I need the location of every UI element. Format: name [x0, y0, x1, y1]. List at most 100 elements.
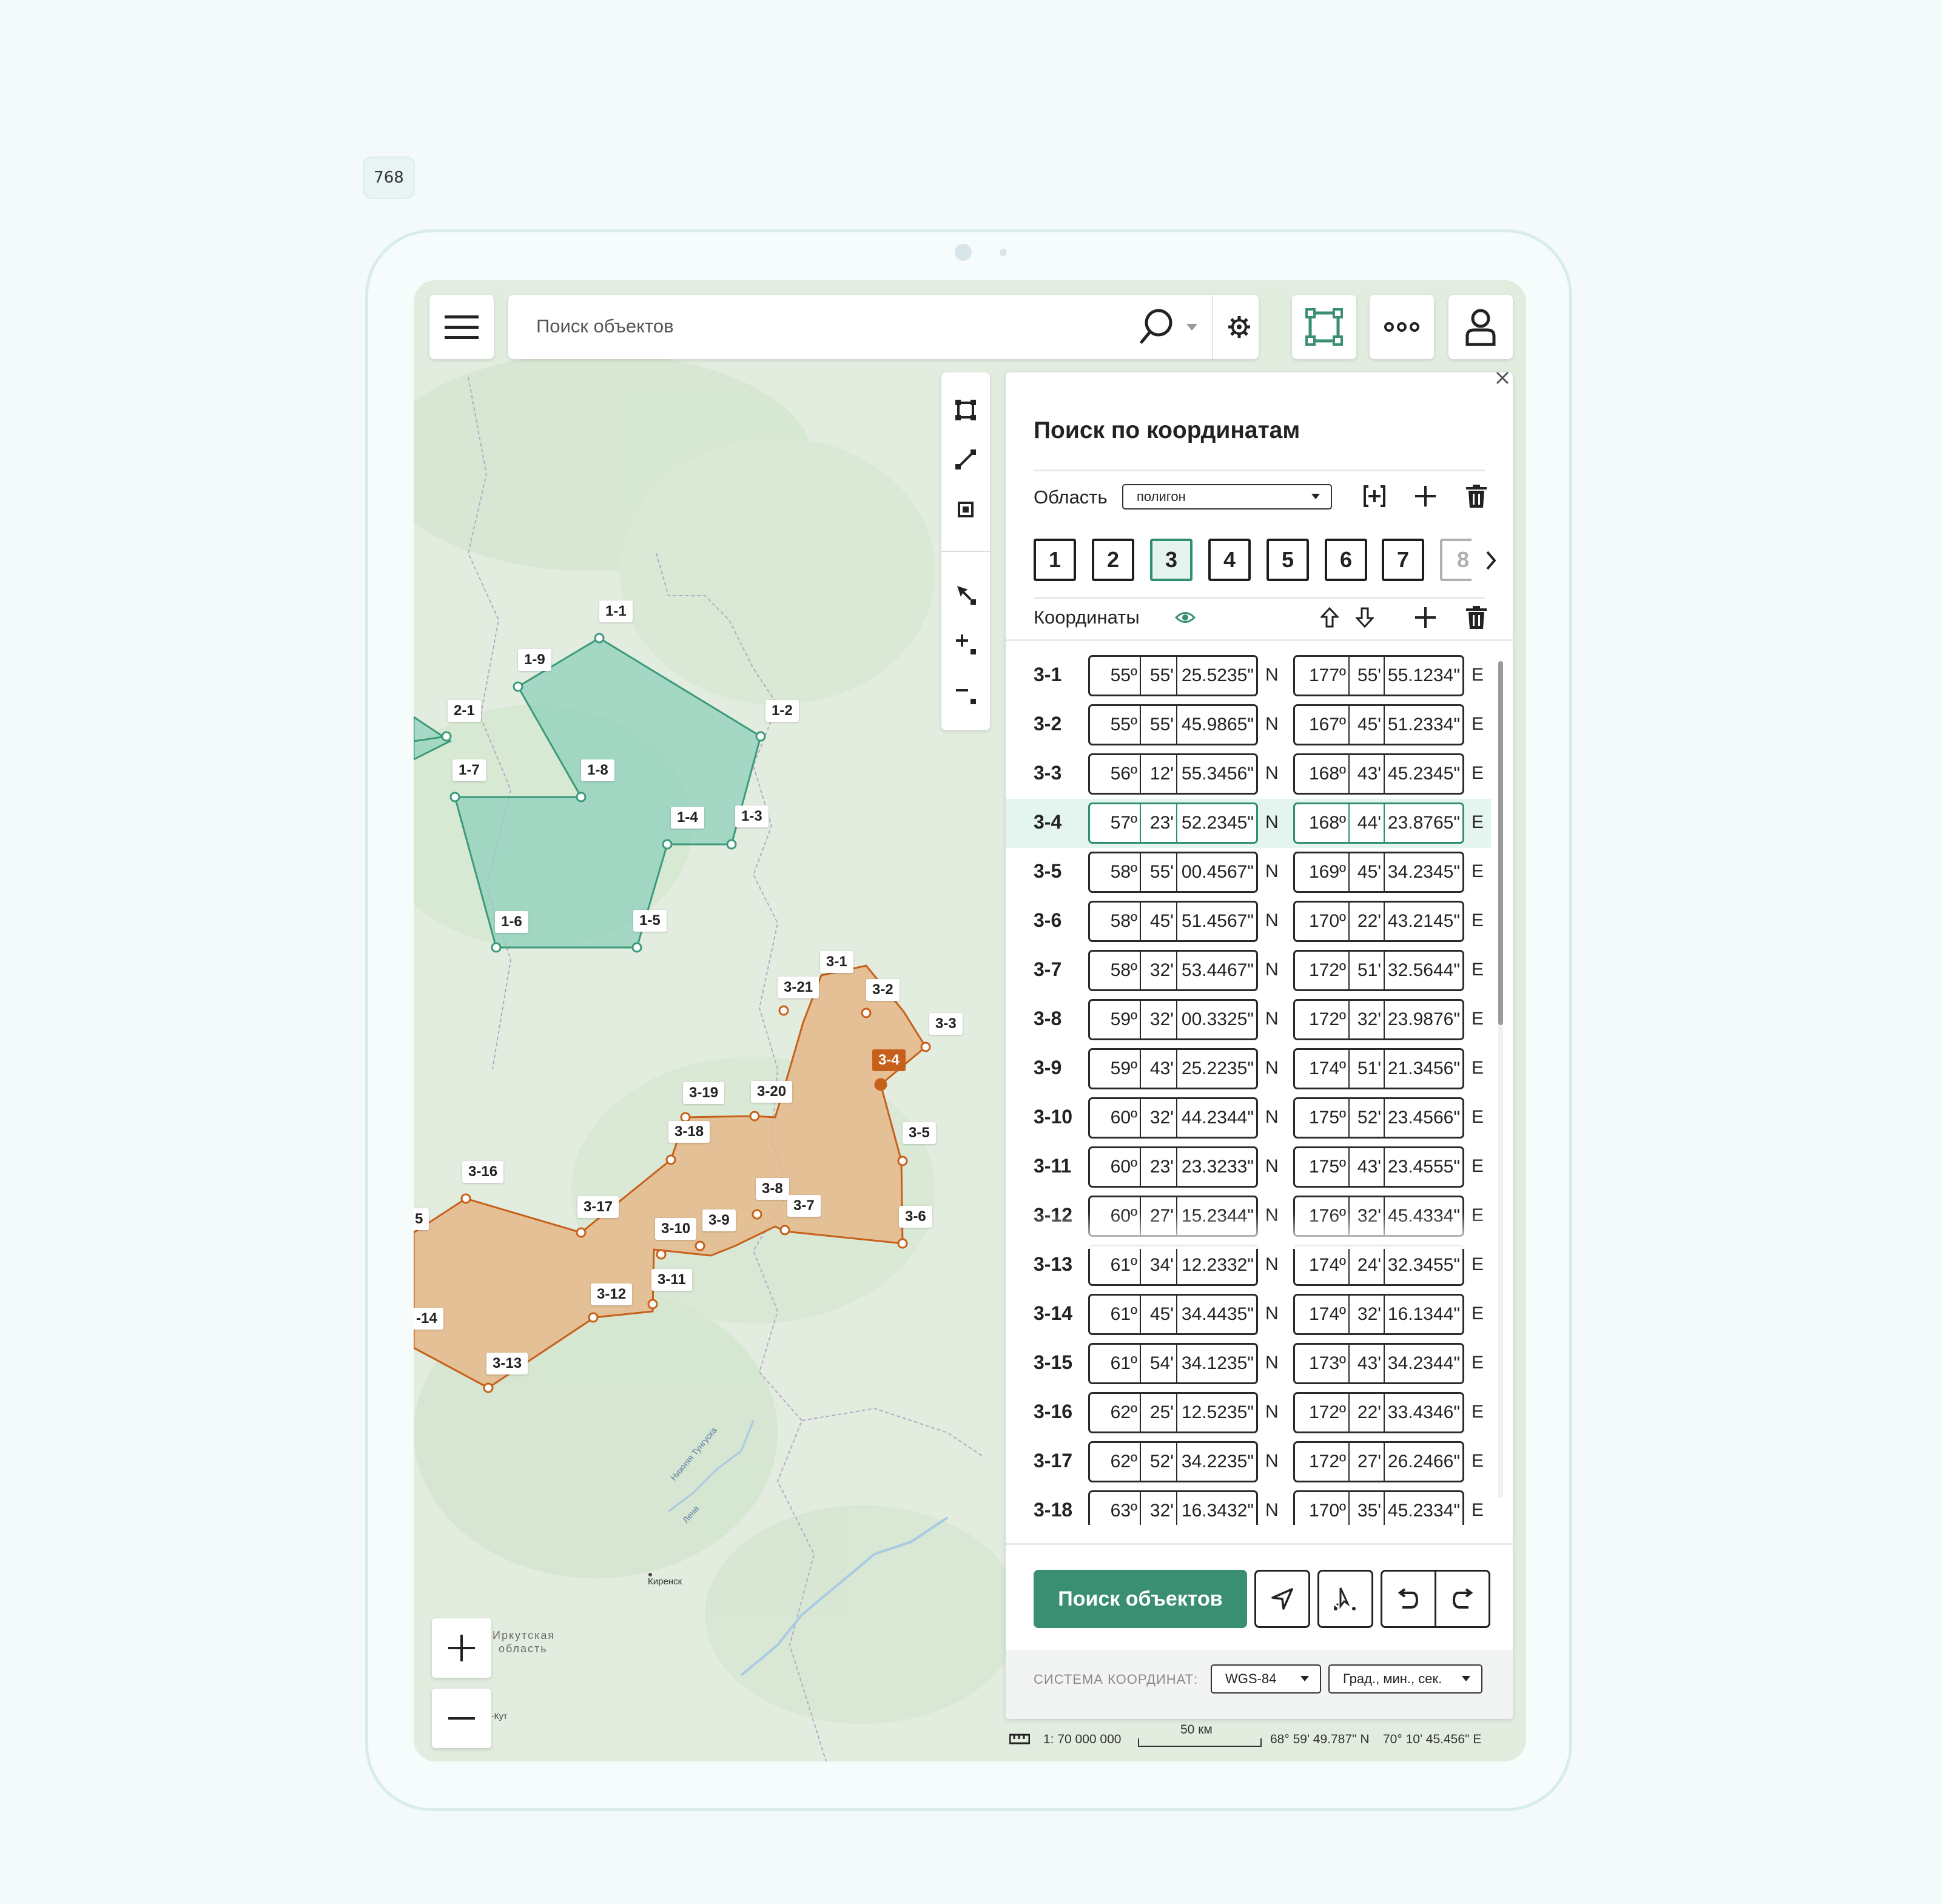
lon-minutes-field[interactable]: 43' — [1348, 755, 1384, 793]
lat-seconds-field[interactable]: 53.4467" — [1176, 952, 1256, 989]
lon-minutes-field[interactable]: 27' — [1348, 1443, 1384, 1481]
lon-seconds-field[interactable]: 16.1344" — [1384, 1296, 1462, 1333]
lat-degrees-field[interactable]: 63º — [1090, 1492, 1140, 1525]
lat-seconds-field[interactable]: 45.9865" — [1176, 706, 1256, 744]
lon-degrees-field[interactable]: 169º — [1295, 853, 1348, 891]
lat-seconds-field[interactable]: 16.3432" — [1176, 1492, 1256, 1525]
move-up-button[interactable] — [1315, 603, 1344, 632]
lon-seconds-field[interactable]: 23.4555" — [1384, 1148, 1462, 1186]
lat-minutes-field[interactable]: 23' — [1140, 804, 1176, 842]
lat-minutes-field[interactable]: 32' — [1140, 1099, 1176, 1137]
lon-degrees-field[interactable]: 175º — [1295, 1148, 1348, 1186]
lon-seconds-field[interactable]: 26.2466" — [1384, 1443, 1462, 1481]
move-down-button[interactable] — [1350, 603, 1379, 632]
close-panel-button[interactable] — [1495, 370, 1510, 386]
polygon-tab-2[interactable]: 2 — [1092, 539, 1134, 581]
lat-seconds-field[interactable]: 34.2235" — [1176, 1443, 1256, 1481]
lat-seconds-field[interactable]: 44.2344" — [1176, 1099, 1256, 1137]
lon-minutes-field[interactable]: 32' — [1348, 1296, 1384, 1333]
coordinate-row[interactable]: 3-8 59º 32' 00.3325" N 172º 32' 23.9876" E — [1006, 995, 1491, 1045]
lon-degrees-field[interactable]: 172º — [1295, 952, 1348, 989]
lon-degrees-field[interactable]: 174º — [1295, 1296, 1348, 1333]
polygon-tab-8[interactable]: 8 — [1440, 539, 1472, 581]
coordinate-row[interactable]: 3-16 62º 25' 12.5235" N 172º 22' 33.4346" E — [1006, 1388, 1491, 1438]
polygon-tab-5[interactable]: 5 — [1267, 539, 1309, 581]
delete-vertex-button[interactable] — [1462, 603, 1491, 632]
lat-seconds-field[interactable]: 00.4567" — [1176, 853, 1256, 891]
draw-line-tool[interactable] — [941, 436, 990, 484]
lon-minutes-field[interactable]: 52' — [1348, 1099, 1384, 1137]
add-vertex-tool[interactable] — [941, 620, 990, 668]
search-options-chevron-icon[interactable] — [1186, 324, 1197, 331]
lat-degrees-field[interactable]: 60º — [1090, 1148, 1140, 1186]
polygon-tab-7[interactable]: 7 — [1382, 539, 1424, 581]
lat-degrees-field[interactable]: 59º — [1090, 1001, 1140, 1038]
coordinate-row[interactable]: 3-6 58º 45' 51.4567" N 170º 22' 43.2145" E — [1006, 897, 1491, 946]
lon-degrees-field[interactable]: 170º — [1295, 1492, 1348, 1525]
lon-seconds-field[interactable]: 32.5644" — [1384, 952, 1462, 989]
lon-minutes-field[interactable]: 45' — [1348, 706, 1384, 744]
lon-degrees-field[interactable]: 168º — [1295, 804, 1348, 842]
menu-button[interactable] — [429, 295, 494, 359]
lon-seconds-field[interactable]: 33.4346" — [1384, 1394, 1462, 1431]
area-type-select[interactable]: полигон — [1122, 484, 1332, 510]
lat-degrees-field[interactable]: 59º — [1090, 1050, 1140, 1088]
lat-seconds-field[interactable]: 12.5235" — [1176, 1394, 1256, 1431]
lon-minutes-field[interactable]: 24' — [1348, 1246, 1384, 1284]
add-vertex-button[interactable] — [1411, 603, 1440, 632]
settings-button[interactable] — [1219, 306, 1259, 348]
zoom-in-button[interactable] — [432, 1618, 491, 1678]
lat-minutes-field[interactable]: 32' — [1140, 1492, 1176, 1525]
lat-degrees-field[interactable]: 60º — [1090, 1099, 1140, 1137]
lat-minutes-field[interactable]: 45' — [1140, 903, 1176, 940]
lon-seconds-field[interactable]: 34.2344" — [1384, 1345, 1462, 1382]
coordinate-row[interactable]: 3-17 62º 52' 34.2235" N 172º 27' 26.2466" E — [1006, 1438, 1491, 1487]
lat-seconds-field[interactable]: 55.3456" — [1176, 755, 1256, 793]
lat-minutes-field[interactable]: 45' — [1140, 1296, 1176, 1333]
lon-degrees-field[interactable]: 173º — [1295, 1345, 1348, 1382]
select-vertex-tool[interactable] — [941, 570, 990, 619]
polygon-tab-4[interactable]: 4 — [1208, 539, 1251, 581]
coordinate-row[interactable]: 3-9 59º 43' 25.2235" N 174º 51' 21.3456" E — [1006, 1045, 1491, 1094]
lat-degrees-field[interactable]: 58º — [1090, 952, 1140, 989]
lat-minutes-field[interactable]: 23' — [1140, 1148, 1176, 1186]
lon-minutes-field[interactable]: 51' — [1348, 1050, 1384, 1088]
lat-seconds-field[interactable]: 34.1235" — [1176, 1345, 1256, 1382]
lat-minutes-field[interactable]: 55' — [1140, 657, 1176, 695]
coordinate-format-select[interactable]: Град., мин., сек. — [1328, 1664, 1482, 1694]
polygon-tab-1[interactable]: 1 — [1034, 539, 1076, 581]
coordinate-row[interactable]: 3-5 58º 55' 00.4567" N 169º 45' 34.2345" E — [1006, 848, 1491, 897]
lon-degrees-field[interactable]: 172º — [1295, 1443, 1348, 1481]
lon-minutes-field[interactable]: 22' — [1348, 903, 1384, 940]
undo-button[interactable] — [1381, 1570, 1436, 1628]
search-objects-button[interactable]: Поиск объектов — [1034, 1570, 1247, 1628]
lon-seconds-field[interactable]: 23.4566" — [1384, 1099, 1462, 1137]
lon-seconds-field[interactable]: 43.2145" — [1384, 903, 1462, 940]
coordinate-row[interactable]: 3-18 63º 32' 16.3432" N 170º 35' 45.2334" E — [1006, 1487, 1491, 1525]
draw-rectangle-tool[interactable] — [941, 386, 990, 434]
lat-seconds-field[interactable]: 52.2345" — [1176, 804, 1256, 842]
lat-minutes-field[interactable]: 25' — [1140, 1394, 1176, 1431]
lat-degrees-field[interactable]: 57º — [1090, 804, 1140, 842]
lon-minutes-field[interactable]: 43' — [1348, 1345, 1384, 1382]
lon-seconds-field[interactable]: 21.3456" — [1384, 1050, 1462, 1088]
redo-button[interactable] — [1435, 1570, 1490, 1628]
lon-seconds-field[interactable]: 32.3455" — [1384, 1246, 1462, 1284]
coordinate-row[interactable]: 3-14 61º 45' 34.4435" N 174º 32' 16.1344" E — [1006, 1290, 1491, 1339]
toggle-visibility-button[interactable] — [1171, 603, 1200, 632]
lat-minutes-field[interactable]: 55' — [1140, 853, 1176, 891]
lat-minutes-field[interactable]: 52' — [1140, 1443, 1176, 1481]
lon-seconds-field[interactable]: 51.2334" — [1384, 706, 1462, 744]
lat-degrees-field[interactable]: 61º — [1090, 1345, 1140, 1382]
zoom-out-button[interactable] — [432, 1689, 491, 1748]
coordinate-row[interactable]: 3-10 60º 32' 44.2344" N 175º 52' 23.4566" E — [1006, 1094, 1491, 1143]
lon-degrees-field[interactable]: 167º — [1295, 706, 1348, 744]
lon-seconds-field[interactable]: 45.2345" — [1384, 755, 1462, 793]
lat-degrees-field[interactable]: 62º — [1090, 1443, 1140, 1481]
draw-polygon-mode-button[interactable] — [1292, 295, 1356, 359]
lon-degrees-field[interactable]: 170º — [1295, 903, 1348, 940]
lon-minutes-field[interactable]: 43' — [1348, 1148, 1384, 1186]
add-area-button[interactable] — [1411, 482, 1440, 511]
lat-seconds-field[interactable]: 25.2235" — [1176, 1050, 1256, 1088]
lat-seconds-field[interactable]: 00.3325" — [1176, 1001, 1256, 1038]
